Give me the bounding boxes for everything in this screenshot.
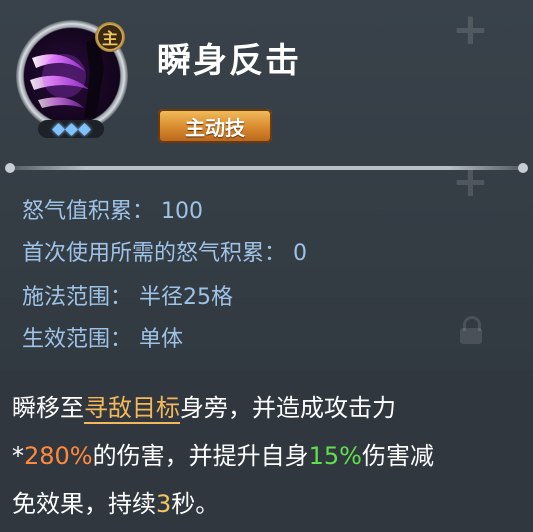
buff-percent: 15% — [308, 442, 362, 470]
skill-title: 瞬身反击 — [157, 41, 301, 81]
skill-description: 瞬移至寻敌目标身旁，并造成攻击力 *280%的伤害，并提升自身15%伤害减 免效… — [0, 370, 533, 532]
divider — [5, 163, 528, 173]
stat-first-use-rage: 首次使用所需的怒气积累： 0 — [22, 241, 307, 266]
stat-rage-accumulation: 怒气值积累： 100 — [22, 199, 203, 224]
skill-tooltip-panel: + + 主 瞬身反击 主动技 怒气值积累： 100 首次使用所需的怒气积累： 0… — [0, 0, 533, 532]
description-line: 瞬移至寻敌目标身旁，并造成攻击力 — [12, 394, 396, 424]
plus-icon: + — [452, 4, 489, 55]
lock-icon — [460, 316, 482, 344]
duration-value: 3 — [156, 490, 172, 518]
damage-percent: 280% — [24, 442, 93, 470]
skill-type-tag: 主动技 — [158, 109, 272, 143]
description-line: *280%的伤害，并提升自身15%伤害减 — [12, 442, 434, 470]
stat-effect-range: 生效范围： 单体 — [22, 327, 183, 352]
target-keyword-link[interactable]: 寻敌目标 — [84, 394, 180, 424]
main-skill-badge: 主 — [95, 22, 125, 52]
description-line: 免效果，持续3秒。 — [12, 490, 220, 518]
skill-level-stars — [38, 120, 104, 138]
star-icon — [77, 122, 91, 136]
star-icon — [51, 122, 65, 136]
stat-cast-range: 施法范围： 半径25格 — [22, 285, 233, 310]
star-icon — [64, 122, 78, 136]
